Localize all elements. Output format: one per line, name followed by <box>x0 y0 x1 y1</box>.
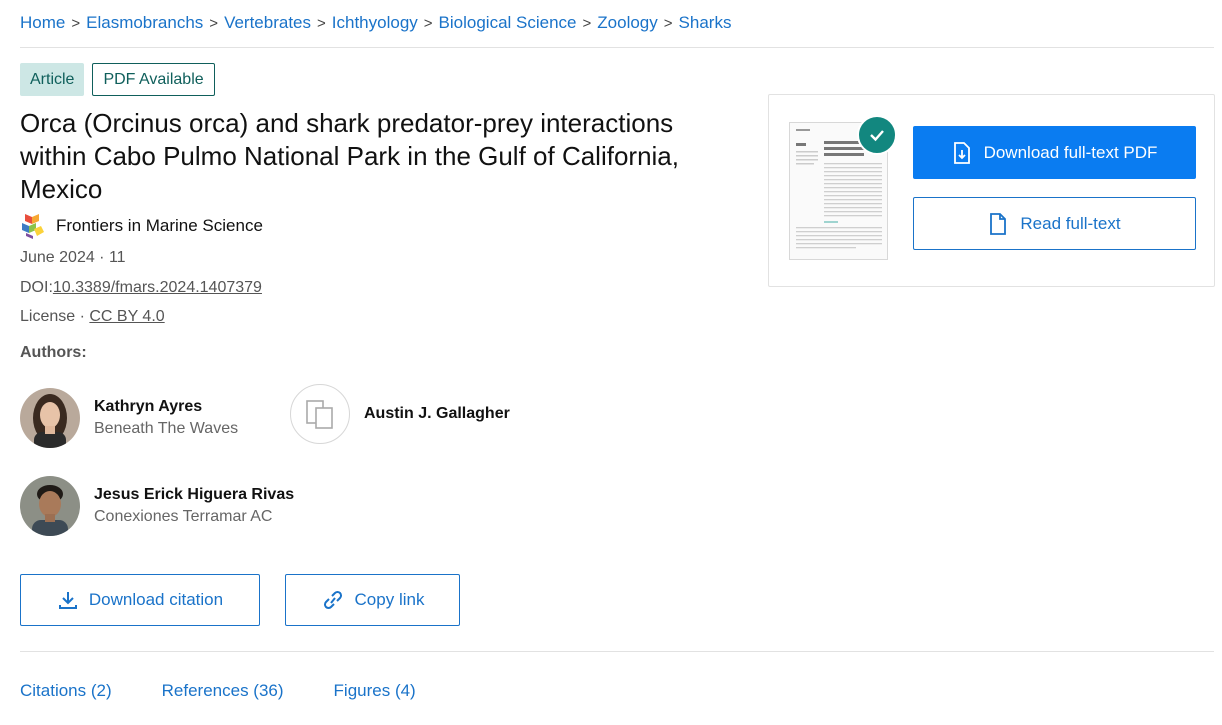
authors-heading: Authors: <box>20 344 87 361</box>
bottom-divider <box>20 651 1214 652</box>
publication-date: June 2024 · 11 <box>20 249 126 266</box>
author-card[interactable]: Austin J. Gallagher <box>290 384 510 444</box>
link-icon <box>323 590 342 610</box>
doi: DOI:10.3389/fmars.2024.1407379 <box>20 279 262 297</box>
author-affiliation: Conexiones Terramar AC <box>94 508 273 525</box>
chevron-right-icon: > <box>663 14 673 32</box>
tab-figures[interactable]: Figures (4) <box>334 681 416 701</box>
breadcrumb-zoology[interactable]: Zoology <box>597 13 657 33</box>
download-citation-label: Download citation <box>88 590 224 609</box>
chevron-right-icon: > <box>582 14 592 32</box>
check-icon <box>857 115 897 155</box>
avatar[interactable] <box>20 388 80 448</box>
author-name[interactable]: Jesus Erick Higuera Rivas <box>94 486 294 504</box>
chevron-right-icon: > <box>209 14 219 32</box>
file-icon <box>990 212 1007 235</box>
author-name[interactable]: Austin J. Gallagher <box>364 405 510 423</box>
journal-name: Frontiers in Marine Science <box>56 216 263 235</box>
author-card[interactable]: Jesus Erick Higuera Rivas Conexiones Ter… <box>20 476 294 536</box>
avatar[interactable] <box>20 476 80 536</box>
top-divider <box>20 47 1214 48</box>
download-pdf-label: Download full-text PDF <box>983 142 1158 162</box>
journal[interactable]: Frontiers in Marine Science <box>20 212 263 240</box>
read-fulltext-button[interactable]: Read full-text <box>913 197 1196 250</box>
content-tabs: Citations (2) References (36) Figures (4… <box>20 681 466 701</box>
article-type-badge: Article <box>20 63 85 96</box>
chevron-right-icon: > <box>423 14 433 32</box>
breadcrumb-biological-science[interactable]: Biological Science <box>439 13 577 33</box>
tab-citations[interactable]: Citations (2) <box>20 681 112 701</box>
author-affiliation: Beneath The Waves <box>94 420 239 437</box>
breadcrumb-home[interactable]: Home <box>20 13 65 33</box>
badges: Article PDF Available <box>20 63 215 96</box>
chevron-right-icon: > <box>317 14 326 32</box>
page-title: Orca (Orcinus orca) and shark predator-p… <box>20 108 679 204</box>
pdf-available-badge: PDF Available <box>92 63 215 96</box>
breadcrumb-vertebrates[interactable]: Vertebrates <box>224 13 311 33</box>
license: License · CC BY 4.0 <box>20 308 165 326</box>
frontiers-logo-icon <box>22 214 44 239</box>
download-icon <box>58 592 77 609</box>
author-card[interactable]: Kathryn Ayres Beneath The Waves <box>20 388 238 448</box>
copy-link-label: Copy link <box>354 590 425 609</box>
breadcrumb-ichthyology[interactable]: Ichthyology <box>332 13 418 33</box>
pdf-card: Download full-text PDF Read full-text <box>768 94 1215 287</box>
copy-document-icon <box>306 400 333 429</box>
download-pdf-button[interactable]: Download full-text PDF <box>913 126 1196 179</box>
author-photo-icon <box>20 476 80 536</box>
author-photo-icon <box>20 388 80 448</box>
file-download-icon <box>953 141 970 164</box>
author-name[interactable]: Kathryn Ayres <box>94 398 238 416</box>
chevron-right-icon: > <box>71 14 81 32</box>
breadcrumb-elasmobranchs[interactable]: Elasmobranchs <box>86 13 203 33</box>
breadcrumb-sharks[interactable]: Sharks <box>679 13 732 33</box>
license-link[interactable]: CC BY 4.0 <box>89 308 164 325</box>
doi-link[interactable]: 10.3389/fmars.2024.1407379 <box>53 279 262 296</box>
read-fulltext-label: Read full-text <box>1020 213 1121 233</box>
license-label: License · <box>20 308 90 325</box>
tab-references[interactable]: References (36) <box>162 681 284 701</box>
doi-label: DOI: <box>20 279 53 296</box>
breadcrumb: Home > Elasmobranchs > Vertebrates > Ich… <box>20 13 731 33</box>
avatar[interactable] <box>290 384 350 444</box>
copy-link-button[interactable]: Copy link <box>285 574 460 626</box>
download-citation-button[interactable]: Download citation <box>20 574 260 626</box>
